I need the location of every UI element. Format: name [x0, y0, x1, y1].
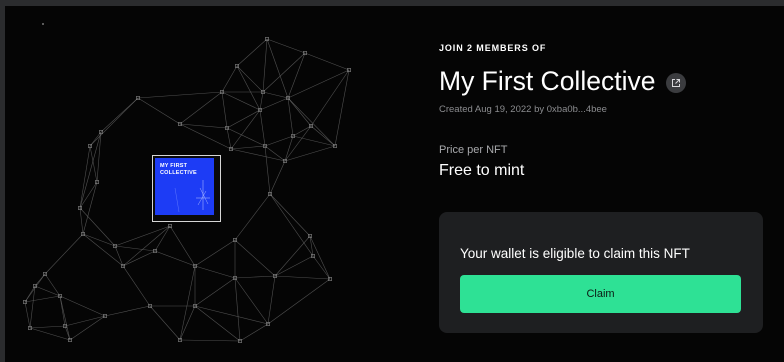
network-edge — [221, 91, 228, 129]
eligibility-message: Your wallet is eligible to claim this NF… — [460, 246, 690, 261]
network-edge — [287, 97, 294, 137]
network-edge — [234, 193, 271, 241]
nft-artwork: MY FIRST COLLECTIVE — [155, 158, 214, 215]
network-edge — [179, 91, 223, 125]
network-edge — [266, 38, 289, 99]
network-edge — [236, 65, 261, 111]
network-edge — [122, 225, 171, 267]
network-edge — [179, 339, 241, 342]
network-edge — [59, 295, 71, 341]
price-label: Price per NFT — [439, 144, 508, 156]
network-stray-dot — [42, 23, 44, 25]
network-edge — [82, 233, 116, 247]
network-edge — [149, 305, 181, 341]
network-edge — [259, 109, 266, 147]
network-edge — [154, 225, 171, 252]
network-edge — [24, 295, 61, 303]
network-edge — [239, 323, 269, 342]
network-edge — [274, 275, 331, 280]
members-eyebrow: JOIN 2 MEMBERS OF — [439, 43, 547, 53]
network-edge — [79, 181, 98, 209]
network-edge — [287, 97, 312, 127]
network-edge — [29, 325, 66, 329]
network-edge — [284, 135, 294, 162]
network-edge — [221, 65, 238, 93]
network-edge — [267, 278, 331, 325]
network-edge — [234, 239, 276, 277]
network-edge — [226, 127, 266, 147]
network-edge — [137, 97, 181, 125]
network-edge — [292, 125, 312, 137]
network-edge — [29, 327, 71, 341]
network-edge — [69, 315, 106, 341]
external-link-icon — [672, 78, 681, 87]
network-edge — [236, 38, 268, 67]
network-edge — [114, 225, 171, 247]
network-edge — [264, 135, 294, 147]
network-edge — [59, 295, 106, 317]
network-edge — [44, 233, 84, 275]
created-meta: Created Aug 19, 2022 by 0xba0b...4bee — [439, 104, 607, 115]
network-edge — [137, 91, 223, 99]
network-edge — [194, 265, 236, 279]
network-edge — [234, 277, 241, 342]
network-edge — [82, 233, 124, 267]
network-edge — [262, 38, 268, 93]
network-edge — [269, 193, 314, 257]
external-link-button[interactable] — [666, 72, 687, 93]
app-frame: MY FIRST COLLECTIVE JOIN 2 MEMBERS OF My… — [0, 0, 784, 362]
network-edge — [269, 160, 286, 195]
network-edge — [169, 225, 196, 267]
network-edge — [221, 91, 261, 111]
network-edge — [194, 277, 236, 307]
network-edge — [284, 145, 336, 162]
network-edge — [64, 315, 106, 327]
network-edge — [264, 145, 271, 195]
network-edge — [234, 275, 276, 279]
network-edge — [79, 207, 84, 235]
claim-card: Your wallet is eligible to claim this NF… — [439, 212, 763, 333]
network-edge — [179, 305, 196, 341]
network-edge — [104, 305, 151, 317]
collective-title: My First Collective — [439, 65, 656, 96]
network-edge — [179, 265, 196, 341]
network-edge — [226, 127, 232, 150]
nft-preview-card: MY FIRST COLLECTIVE — [152, 155, 221, 222]
mint-page: MY FIRST COLLECTIVE JOIN 2 MEMBERS OF My… — [5, 6, 784, 362]
network-edge — [230, 145, 266, 150]
network-edge — [79, 207, 116, 247]
network-edge — [230, 109, 261, 150]
network-edge — [304, 52, 350, 71]
network-edge — [274, 255, 314, 277]
collective-details: JOIN 2 MEMBERS OF My First Collective Cr… — [439, 6, 784, 362]
network-edge — [154, 250, 196, 267]
price-value: Free to mint — [439, 162, 525, 179]
network-edge — [194, 239, 236, 267]
network-edge — [287, 97, 336, 147]
network-edge — [122, 250, 156, 267]
network-edge — [24, 301, 31, 329]
nft-art-lines — [174, 180, 210, 213]
title-row: My First Collective — [439, 62, 687, 100]
network-edge — [259, 91, 264, 111]
network-edge — [122, 265, 151, 307]
network-edge — [334, 69, 350, 147]
network-edge — [236, 65, 264, 93]
network-edge — [267, 275, 276, 325]
network-edge — [266, 38, 306, 54]
network-edge — [89, 97, 139, 147]
network-edge — [284, 125, 312, 162]
network-edge — [269, 193, 311, 237]
claim-button[interactable]: Claim — [460, 275, 741, 313]
network-edge — [100, 97, 139, 133]
network-edge — [312, 255, 331, 280]
network-edge — [262, 91, 289, 99]
network-edge — [114, 245, 156, 252]
network-edge — [274, 235, 311, 277]
network-edge — [226, 109, 261, 129]
network-edge — [259, 97, 289, 111]
